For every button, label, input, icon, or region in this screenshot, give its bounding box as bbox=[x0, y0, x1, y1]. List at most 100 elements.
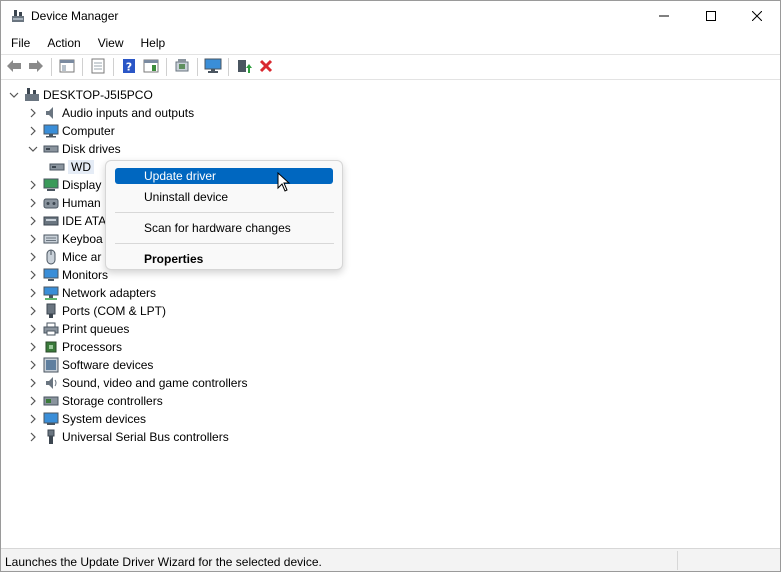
forward-button[interactable] bbox=[26, 57, 46, 77]
tree-item-label: Processors bbox=[62, 340, 123, 354]
menu-view[interactable]: View bbox=[91, 33, 131, 53]
tree-category-item[interactable]: Software devices bbox=[27, 356, 153, 374]
chevron-right-icon[interactable] bbox=[27, 287, 39, 299]
chevron-right-icon[interactable] bbox=[27, 377, 39, 389]
tree-category-item[interactable]: Sound, video and game controllers bbox=[27, 374, 247, 392]
chevron-right-icon[interactable] bbox=[27, 395, 39, 407]
tree-item-label: Print queues bbox=[62, 322, 130, 336]
status-divider bbox=[677, 551, 678, 570]
uninstall-button[interactable] bbox=[256, 57, 276, 77]
context-menu-scan-hardware[interactable]: Scan for hardware changes bbox=[115, 220, 333, 236]
chevron-right-icon[interactable] bbox=[27, 359, 39, 371]
tree-item-label: Software devices bbox=[62, 358, 154, 372]
tree-item-label: Mice ar bbox=[62, 250, 102, 264]
chevron-right-icon[interactable] bbox=[27, 305, 39, 317]
help-button[interactable]: ? bbox=[119, 57, 139, 77]
sound-icon bbox=[43, 375, 59, 391]
svg-text:?: ? bbox=[126, 60, 132, 73]
properties-button[interactable] bbox=[88, 57, 108, 77]
chevron-right-icon[interactable] bbox=[27, 413, 39, 425]
toolbar-separator bbox=[51, 58, 52, 76]
tree-item-label: Network adapters bbox=[62, 286, 157, 300]
toolbar: ? bbox=[1, 54, 780, 80]
chevron-down-icon[interactable] bbox=[27, 143, 39, 155]
chevron-down-icon[interactable] bbox=[8, 89, 20, 101]
context-menu-update-driver[interactable]: Update driver bbox=[115, 168, 333, 184]
monitor-button[interactable] bbox=[203, 57, 223, 77]
tree-root-label: DESKTOP-J5I5PCO bbox=[43, 88, 153, 102]
tree-category-item[interactable]: Disk drives bbox=[27, 140, 121, 158]
toolbar-separator bbox=[197, 58, 198, 76]
tree-category-item[interactable]: Human bbox=[27, 194, 101, 212]
keyboard-icon bbox=[43, 231, 59, 247]
add-driver-icon bbox=[236, 58, 252, 77]
show-hide-console-tree-button[interactable] bbox=[57, 57, 77, 77]
software-device-icon bbox=[43, 357, 59, 373]
display-adapter-icon bbox=[43, 177, 59, 193]
add-driver-button[interactable] bbox=[234, 57, 254, 77]
tree-category-item[interactable]: Print queues bbox=[27, 320, 129, 338]
tree-item-label: Display bbox=[62, 178, 102, 192]
scan-hardware-button[interactable] bbox=[172, 57, 192, 77]
tree-item-label: System devices bbox=[62, 412, 147, 426]
usb-icon bbox=[43, 429, 59, 445]
minimize-button[interactable] bbox=[641, 1, 687, 32]
tree-category-item[interactable]: Monitors bbox=[27, 266, 108, 284]
chevron-right-icon[interactable] bbox=[27, 323, 39, 335]
context-menu-item-label: Scan for hardware changes bbox=[144, 221, 291, 235]
chevron-right-icon[interactable] bbox=[27, 197, 39, 209]
status-text: Launches the Update Driver Wizard for th… bbox=[5, 555, 322, 569]
maximize-button[interactable] bbox=[688, 1, 734, 32]
back-button[interactable] bbox=[4, 57, 24, 77]
tree-category-item[interactable]: IDE ATA bbox=[27, 212, 106, 230]
tree-category-item[interactable]: Network adapters bbox=[27, 284, 156, 302]
action-pane-button[interactable] bbox=[141, 57, 161, 77]
help-icon: ? bbox=[122, 58, 136, 77]
tree-category-item[interactable]: Audio inputs and outputs bbox=[27, 104, 194, 122]
tree-item-label: Universal Serial Bus controllers bbox=[62, 430, 229, 444]
human-interface-icon bbox=[43, 195, 59, 211]
back-arrow-icon bbox=[6, 59, 22, 76]
chevron-right-icon[interactable] bbox=[27, 251, 39, 263]
chevron-right-icon[interactable] bbox=[27, 215, 39, 227]
chevron-right-icon[interactable] bbox=[27, 431, 39, 443]
chevron-right-icon[interactable] bbox=[27, 341, 39, 353]
context-menu: Update driver Uninstall device Scan for … bbox=[105, 160, 343, 270]
tree-category-item[interactable]: System devices bbox=[27, 410, 146, 428]
disk-drive-icon bbox=[43, 141, 59, 157]
tree-category-item[interactable]: Display bbox=[27, 176, 101, 194]
tree-category-item[interactable]: Ports (COM & LPT) bbox=[27, 302, 166, 320]
tree-root[interactable]: DESKTOP-J5I5PCO bbox=[8, 86, 153, 104]
context-menu-item-label: Properties bbox=[144, 252, 204, 266]
system-device-icon bbox=[43, 411, 59, 427]
close-icon bbox=[751, 10, 763, 24]
tree-category-item[interactable]: Storage controllers bbox=[27, 392, 163, 410]
ide-controller-icon bbox=[43, 213, 59, 229]
tree-item-label: Storage controllers bbox=[62, 394, 163, 408]
context-menu-uninstall-device[interactable]: Uninstall device bbox=[115, 189, 333, 205]
menu-file[interactable]: File bbox=[4, 33, 37, 53]
tree-category-item[interactable]: Keyboa bbox=[27, 230, 103, 248]
toolbar-separator bbox=[228, 58, 229, 76]
menu-action[interactable]: Action bbox=[40, 33, 87, 53]
chevron-right-icon[interactable] bbox=[27, 125, 39, 137]
context-menu-separator bbox=[115, 212, 334, 213]
tree-device-item[interactable]: WD bbox=[45, 158, 94, 176]
chevron-right-icon[interactable] bbox=[27, 233, 39, 245]
tree-category-item[interactable]: Mice ar bbox=[27, 248, 101, 266]
context-menu-item-label: Uninstall device bbox=[144, 190, 229, 204]
network-adapter-icon bbox=[43, 285, 59, 301]
menu-help[interactable]: Help bbox=[134, 33, 173, 53]
close-button[interactable] bbox=[734, 1, 780, 32]
device-manager-window: Device Manager File Action View Help ? D… bbox=[0, 0, 781, 572]
tree-category-item[interactable]: Computer bbox=[27, 122, 115, 140]
speaker-icon bbox=[43, 105, 59, 121]
properties-icon bbox=[91, 58, 105, 77]
context-menu-properties[interactable]: Properties bbox=[115, 251, 333, 267]
tree-category-item[interactable]: Universal Serial Bus controllers bbox=[27, 428, 229, 446]
chevron-right-icon[interactable] bbox=[27, 107, 39, 119]
maximize-icon bbox=[706, 10, 716, 24]
tree-category-item[interactable]: Processors bbox=[27, 338, 122, 356]
chevron-right-icon[interactable] bbox=[27, 179, 39, 191]
chevron-right-icon[interactable] bbox=[27, 269, 39, 281]
